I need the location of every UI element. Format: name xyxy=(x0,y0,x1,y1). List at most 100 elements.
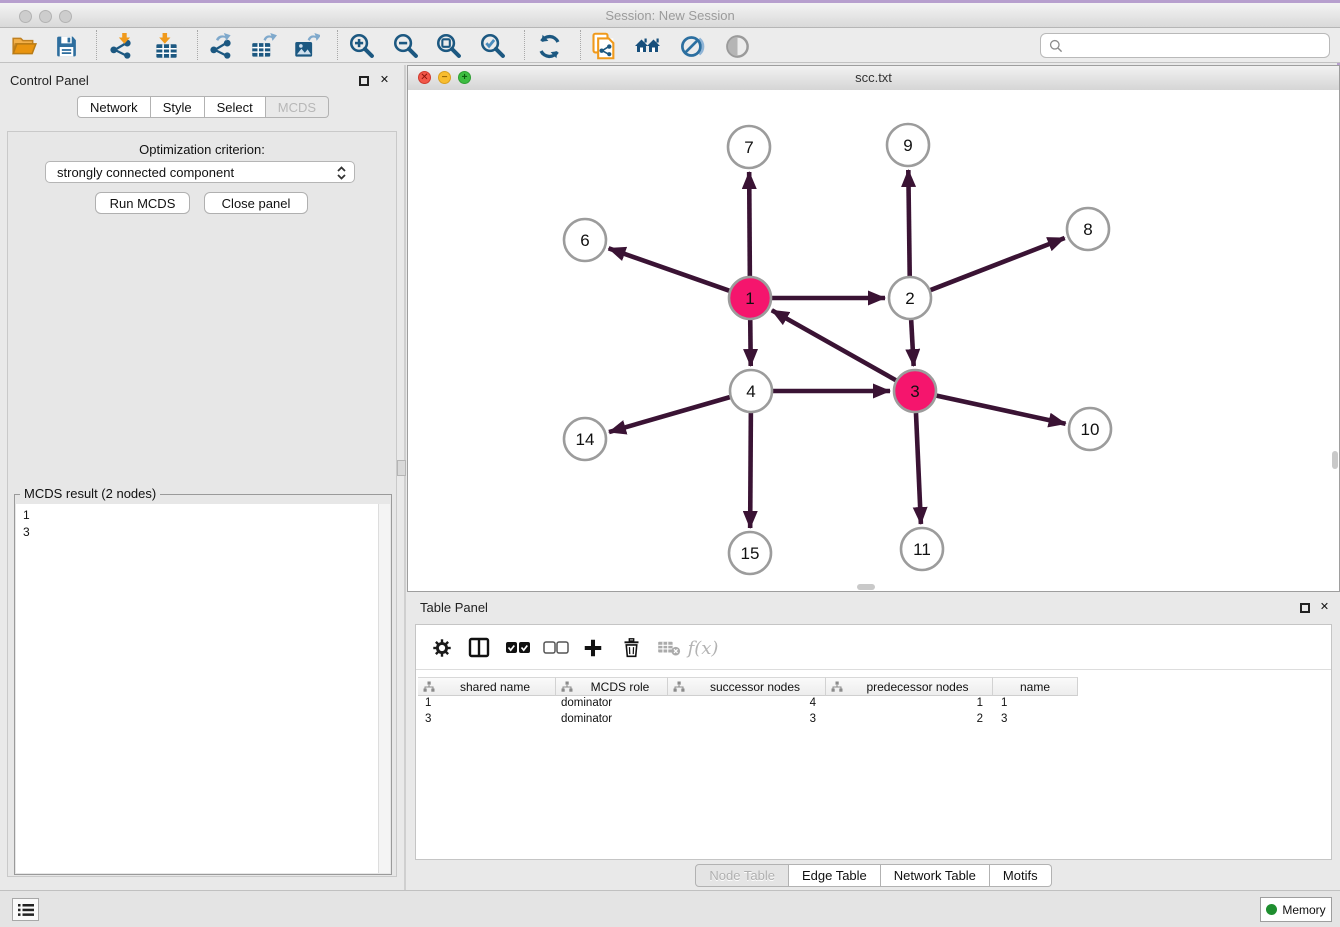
search-box[interactable] xyxy=(1040,33,1330,58)
memory-status-icon xyxy=(1266,904,1277,915)
zoom-in-icon[interactable] xyxy=(348,32,376,60)
split-divider[interactable] xyxy=(404,65,406,890)
delete-column-icon[interactable] xyxy=(618,635,644,661)
export-network-icon[interactable] xyxy=(206,32,234,60)
network-window-titlebar[interactable]: ✕ − + scc.txt xyxy=(408,66,1339,91)
graph-edge-2-3[interactable] xyxy=(911,320,913,366)
zoom-out-icon[interactable] xyxy=(392,32,420,60)
graph-edge-3-10[interactable] xyxy=(936,396,1065,424)
open-folder-icon[interactable] xyxy=(10,32,38,60)
graph-edge-2-9[interactable] xyxy=(908,170,909,276)
tab-motifs[interactable]: Motifs xyxy=(990,864,1052,887)
graph-node-label-4: 4 xyxy=(746,382,755,401)
table-cell[interactable]: 1 xyxy=(993,696,1078,712)
refresh-icon[interactable] xyxy=(535,32,563,60)
graph-node-label-11: 11 xyxy=(913,540,931,559)
mcds-result-title: MCDS result (2 nodes) xyxy=(20,486,160,501)
clone-network-icon[interactable] xyxy=(590,32,618,60)
network-vscroll-thumb[interactable] xyxy=(1332,451,1338,469)
control-panel-title: Control Panel xyxy=(10,73,89,88)
tab-network[interactable]: Network xyxy=(77,96,151,118)
table-row[interactable]: 3dominator323 xyxy=(418,712,1078,728)
graph-node-label-2: 2 xyxy=(905,289,914,308)
deselect-checkboxes-icon[interactable] xyxy=(543,635,569,661)
import-table-icon[interactable] xyxy=(152,32,180,60)
run-mcds-button[interactable]: Run MCDS xyxy=(95,192,190,214)
tab-edge-table[interactable]: Edge Table xyxy=(789,864,881,887)
graph-edge-4-15[interactable] xyxy=(750,413,751,528)
import-network-icon[interactable] xyxy=(106,32,134,60)
tab-select[interactable]: Select xyxy=(205,96,266,118)
network-window: ✕ − + scc.txt 7968124314101511 xyxy=(407,65,1340,592)
table-close-icon[interactable]: ✕ xyxy=(1318,601,1331,614)
split-columns-icon[interactable] xyxy=(466,635,492,661)
table-cell[interactable]: 3 xyxy=(668,712,826,728)
zoom-selected-icon[interactable] xyxy=(479,32,507,60)
float-panel-icon[interactable] xyxy=(359,74,372,87)
gear-icon[interactable] xyxy=(429,635,455,661)
add-column-icon[interactable] xyxy=(580,635,606,661)
tab-style[interactable]: Style xyxy=(151,96,205,118)
table-cell[interactable]: 2 xyxy=(826,712,993,728)
graph-edge-2-8[interactable] xyxy=(931,238,1065,290)
graph-edge-1-6[interactable] xyxy=(609,248,730,290)
network-graph[interactable]: 7968124314101511 xyxy=(408,90,1339,591)
export-table-icon[interactable] xyxy=(249,32,277,60)
column-header-predecessor-nodes[interactable]: predecessor nodes xyxy=(826,677,993,696)
table-row[interactable]: 1dominator411 xyxy=(418,696,1078,712)
column-header-name[interactable]: name xyxy=(993,677,1078,696)
table-panel: Table Panel ✕ f(x) xyxy=(407,595,1340,890)
close-panel-button[interactable]: Close panel xyxy=(204,192,308,214)
task-history-button[interactable] xyxy=(12,898,39,921)
column-header-shared-name[interactable]: shared name xyxy=(418,677,556,696)
table-cell[interactable]: dominator xyxy=(556,712,668,728)
network-canvas[interactable]: 7968124314101511 xyxy=(408,90,1339,591)
close-panel-icon[interactable]: ✕ xyxy=(378,74,391,87)
toolbar-separator xyxy=(197,30,198,60)
show-eye-icon[interactable] xyxy=(723,32,751,60)
tab-mcds[interactable]: MCDS xyxy=(266,96,329,118)
graph-node-label-14: 14 xyxy=(576,430,595,449)
criterion-select[interactable]: strongly connected component xyxy=(45,161,355,183)
zoom-fit-icon[interactable] xyxy=(435,32,463,60)
graph-edge-3-11[interactable] xyxy=(916,413,921,524)
table-toolbar: f(x) xyxy=(416,625,1331,670)
graph-node-label-10: 10 xyxy=(1081,420,1100,439)
search-icon xyxy=(1048,38,1064,54)
network-hscroll-thumb[interactable] xyxy=(857,584,875,590)
app-title: Session: New Session xyxy=(0,8,1340,23)
table-cell[interactable]: dominator xyxy=(556,696,668,712)
criterion-value: strongly connected component xyxy=(57,165,234,180)
tab-network-table[interactable]: Network Table xyxy=(881,864,990,887)
result-scrollbar[interactable] xyxy=(378,504,390,873)
save-session-icon[interactable] xyxy=(52,32,80,60)
graph-node-label-8: 8 xyxy=(1083,220,1092,239)
search-input[interactable] xyxy=(1068,38,1329,54)
tab-node-table[interactable]: Node Table xyxy=(695,864,789,887)
split-divider-handle[interactable] xyxy=(397,460,406,476)
memory-label: Memory xyxy=(1282,903,1325,917)
table-cell[interactable]: 1 xyxy=(826,696,993,712)
network-window-title: scc.txt xyxy=(408,70,1339,85)
node-table-body: 1dominator4113dominator323 xyxy=(418,696,1078,728)
graph-node-label-15: 15 xyxy=(741,544,760,563)
table-float-icon[interactable] xyxy=(1300,601,1313,614)
graph-edge-4-14[interactable] xyxy=(609,397,730,432)
memory-button[interactable]: Memory xyxy=(1260,897,1332,922)
graph-edge-3-1[interactable] xyxy=(772,310,896,380)
hide-style-icon[interactable] xyxy=(678,32,706,60)
table-cell[interactable]: 4 xyxy=(668,696,826,712)
column-header-mcds-role[interactable]: MCDS role xyxy=(556,677,668,696)
table-cell[interactable]: 1 xyxy=(418,696,556,712)
toolbar-separator xyxy=(337,30,338,60)
graph-edge-1-7[interactable] xyxy=(749,172,750,276)
export-image-icon[interactable] xyxy=(292,32,320,60)
select-all-checkboxes-icon[interactable] xyxy=(505,635,531,661)
node-table-container: f(x) shared name MCDS role successor nod… xyxy=(415,624,1332,860)
table-cell[interactable]: 3 xyxy=(418,712,556,728)
column-header-successor-nodes[interactable]: successor nodes xyxy=(668,677,826,696)
control-panel: Control Panel ✕ Network Style Select MCD… xyxy=(0,65,404,890)
home-networks-icon[interactable] xyxy=(634,32,662,60)
delete-table-icon-disabled xyxy=(656,635,682,661)
table-cell[interactable]: 3 xyxy=(993,712,1078,728)
